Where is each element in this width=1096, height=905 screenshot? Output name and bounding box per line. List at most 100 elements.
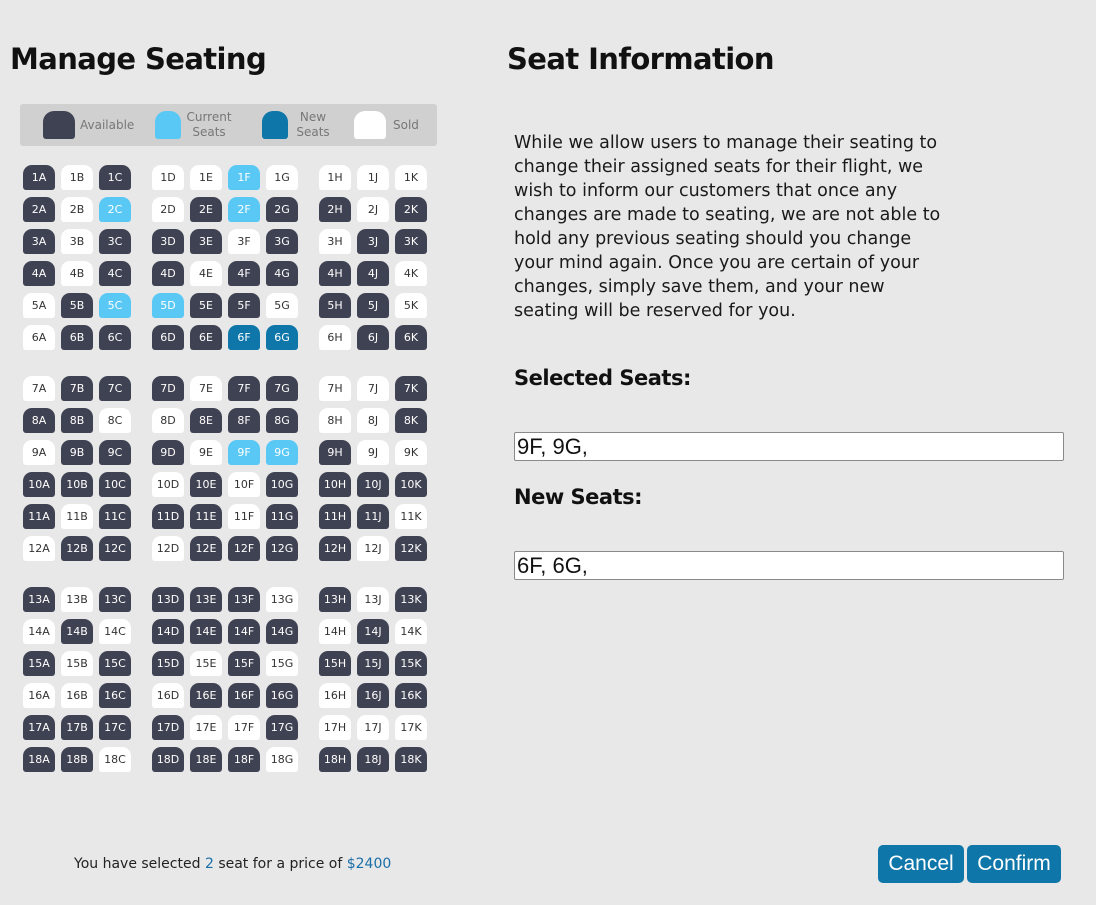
seat-current[interactable]: 2F [228, 197, 260, 222]
cancel-button[interactable]: Cancel [878, 845, 964, 883]
seat-available[interactable]: 10H [319, 472, 351, 497]
seat-available[interactable]: 13H [319, 587, 351, 612]
seat-available[interactable]: 17C [99, 715, 131, 740]
seat-available[interactable]: 15D [152, 651, 184, 676]
seat-available[interactable]: 10J [357, 472, 389, 497]
seat-available[interactable]: 9D [152, 440, 184, 465]
new-seats-field[interactable] [514, 551, 1064, 580]
seat-available[interactable]: 7G [266, 376, 298, 401]
seat-current[interactable]: 9G [266, 440, 298, 465]
seat-available[interactable]: 15F [228, 651, 260, 676]
seat-available[interactable]: 16C [99, 683, 131, 708]
seat-available[interactable]: 6D [152, 325, 184, 350]
seat-new[interactable]: 6G [266, 325, 298, 350]
seat-available[interactable]: 18B [61, 747, 93, 772]
seat-available[interactable]: 14B [61, 619, 93, 644]
seat-available[interactable]: 8K [395, 408, 427, 433]
seat-available[interactable]: 4J [357, 261, 389, 286]
seat-available[interactable]: 7F [228, 376, 260, 401]
seat-available[interactable]: 4D [152, 261, 184, 286]
seat-available[interactable]: 16J [357, 683, 389, 708]
seat-available[interactable]: 2A [23, 197, 55, 222]
seat-available[interactable]: 18D [152, 747, 184, 772]
seat-available[interactable]: 8F [228, 408, 260, 433]
seat-available[interactable]: 18H [319, 747, 351, 772]
seat-available[interactable]: 16G [266, 683, 298, 708]
seat-available[interactable]: 5E [190, 293, 222, 318]
seat-available[interactable]: 11C [99, 504, 131, 529]
seat-available[interactable]: 3G [266, 229, 298, 254]
confirm-button[interactable]: Confirm [967, 845, 1061, 883]
seat-available[interactable]: 5J [357, 293, 389, 318]
seat-available[interactable]: 6E [190, 325, 222, 350]
seat-available[interactable]: 9C [99, 440, 131, 465]
seat-available[interactable]: 15J [357, 651, 389, 676]
seat-available[interactable]: 15A [23, 651, 55, 676]
seat-available[interactable]: 8A [23, 408, 55, 433]
seat-available[interactable]: 12C [99, 536, 131, 561]
seat-available[interactable]: 3K [395, 229, 427, 254]
seat-available[interactable]: 18E [190, 747, 222, 772]
seat-current[interactable]: 2C [99, 197, 131, 222]
seat-available[interactable]: 13C [99, 587, 131, 612]
seat-current[interactable]: 1F [228, 165, 260, 190]
seat-available[interactable]: 9B [61, 440, 93, 465]
seat-current[interactable]: 5D [152, 293, 184, 318]
seat-available[interactable]: 12G [266, 536, 298, 561]
seat-available[interactable]: 15K [395, 651, 427, 676]
seat-available[interactable]: 2H [319, 197, 351, 222]
seat-available[interactable]: 17A [23, 715, 55, 740]
seat-available[interactable]: 5F [228, 293, 260, 318]
seat-available[interactable]: 6J [357, 325, 389, 350]
seat-available[interactable]: 10B [61, 472, 93, 497]
seat-available[interactable]: 11D [152, 504, 184, 529]
seat-available[interactable]: 13A [23, 587, 55, 612]
seat-available[interactable]: 4F [228, 261, 260, 286]
seat-available[interactable]: 4G [266, 261, 298, 286]
seat-new[interactable]: 6F [228, 325, 260, 350]
seat-available[interactable]: 7D [152, 376, 184, 401]
seat-available[interactable]: 12E [190, 536, 222, 561]
seat-available[interactable]: 10A [23, 472, 55, 497]
seat-available[interactable]: 10C [99, 472, 131, 497]
seat-available[interactable]: 3J [357, 229, 389, 254]
seat-available[interactable]: 3A [23, 229, 55, 254]
seat-available[interactable]: 7K [395, 376, 427, 401]
seat-available[interactable]: 17B [61, 715, 93, 740]
seat-available[interactable]: 12K [395, 536, 427, 561]
seat-available[interactable]: 6B [61, 325, 93, 350]
seat-available[interactable]: 18J [357, 747, 389, 772]
seat-available[interactable]: 11E [190, 504, 222, 529]
seat-available[interactable]: 7B [61, 376, 93, 401]
seat-available[interactable]: 17D [152, 715, 184, 740]
seat-available[interactable]: 17G [266, 715, 298, 740]
seat-available[interactable]: 1A [23, 165, 55, 190]
seat-available[interactable]: 5H [319, 293, 351, 318]
seat-current[interactable]: 5C [99, 293, 131, 318]
seat-available[interactable]: 15C [99, 651, 131, 676]
selected-seats-field[interactable] [514, 432, 1064, 461]
seat-available[interactable]: 15H [319, 651, 351, 676]
seat-available[interactable]: 11A [23, 504, 55, 529]
seat-available[interactable]: 12H [319, 536, 351, 561]
seat-available[interactable]: 4H [319, 261, 351, 286]
seat-available[interactable]: 4A [23, 261, 55, 286]
seat-available[interactable]: 7C [99, 376, 131, 401]
seat-available[interactable]: 12B [61, 536, 93, 561]
seat-current[interactable]: 9F [228, 440, 260, 465]
seat-available[interactable]: 11G [266, 504, 298, 529]
seat-available[interactable]: 11H [319, 504, 351, 529]
seat-available[interactable]: 5B [61, 293, 93, 318]
seat-available[interactable]: 18K [395, 747, 427, 772]
seat-available[interactable]: 9H [319, 440, 351, 465]
seat-available[interactable]: 13E [190, 587, 222, 612]
seat-available[interactable]: 2E [190, 197, 222, 222]
seat-available[interactable]: 14D [152, 619, 184, 644]
seat-available[interactable]: 4C [99, 261, 131, 286]
seat-available[interactable]: 16K [395, 683, 427, 708]
seat-available[interactable]: 3E [190, 229, 222, 254]
seat-available[interactable]: 18F [228, 747, 260, 772]
seat-available[interactable]: 1C [99, 165, 131, 190]
seat-available[interactable]: 14F [228, 619, 260, 644]
seat-available[interactable]: 18A [23, 747, 55, 772]
